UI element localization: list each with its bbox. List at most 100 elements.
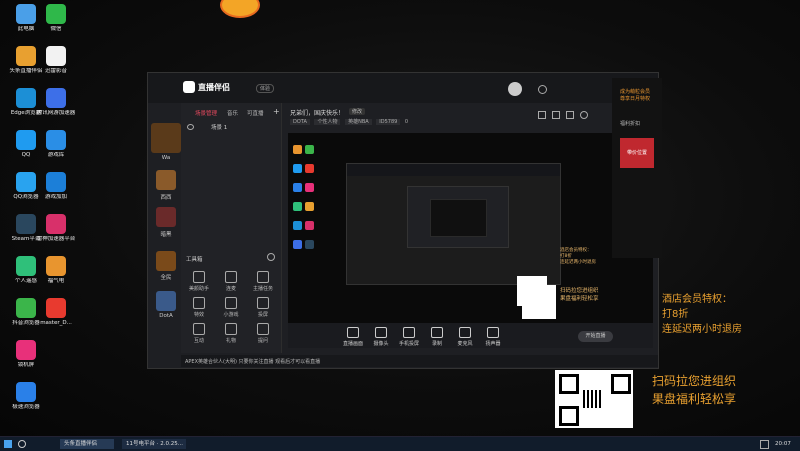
tag[interactable]: DOTA (290, 119, 310, 125)
promo-line-1: 扫码拉您进组织 (652, 374, 737, 388)
tool-button[interactable]: 美颜助手 (185, 271, 213, 292)
scene-item[interactable]: 场景 1 (211, 123, 227, 131)
tool-button[interactable]: 小游戏 (217, 297, 245, 318)
toolbox-toggle-icon[interactable] (267, 253, 275, 261)
tool-label: 提问 (257, 338, 268, 344)
control-label: 摄像头 (373, 341, 389, 347)
preview-app-icon (305, 221, 314, 230)
preview-small-notes: 酒店会员特权： 打8折 连延迟两小时退房 (560, 248, 596, 265)
share-icon[interactable] (580, 111, 588, 119)
control-button[interactable]: 录制 (424, 327, 450, 347)
tool-button[interactable]: 提问 (249, 323, 277, 344)
app-icon (16, 46, 36, 66)
add-scene-button[interactable]: + (273, 107, 280, 116)
preview-app-icon (293, 202, 302, 211)
preview-app-icon (293, 145, 302, 154)
desktop-icon[interactable]: 福气电 (36, 256, 76, 284)
app-icon (46, 130, 66, 150)
start-icon[interactable] (4, 440, 12, 448)
list-icon[interactable] (552, 111, 560, 119)
tool-label: 主播任务 (252, 286, 273, 292)
left-panel: 场景管理 音乐 可直播 + 场景 1 工具箱 美颜助手 连麦 主播任务 特效 小游戏 投屏… (181, 103, 282, 353)
desktop-icon[interactable]: 极速浏览器 (6, 382, 46, 410)
taskbar: 头条直播伴侣 11号电平台 · 2.0.25... 20:07 (0, 436, 800, 451)
tag[interactable]: 个性人物 (314, 119, 341, 125)
tool-icon (257, 271, 269, 283)
control-icon (459, 327, 471, 338)
app-icon (16, 340, 36, 360)
tab-live[interactable]: 可直播 (247, 109, 264, 117)
game-icon-4[interactable] (156, 251, 176, 271)
desktop-icon-label: 腾讯网游加速器 (36, 110, 76, 116)
game-icon-2[interactable] (156, 170, 176, 190)
game-icon-1[interactable] (151, 123, 181, 153)
control-button[interactable]: 麦克风 (452, 327, 478, 347)
tag[interactable]: ID5789 (376, 119, 401, 125)
desktop-icon[interactable]: master_D... (36, 298, 76, 326)
desktop-icon[interactable]: 锁机屏 (6, 340, 46, 368)
app-icon (16, 172, 36, 192)
search-icon[interactable] (18, 440, 26, 448)
notification-icon[interactable] (760, 440, 769, 449)
eye-icon[interactable] (187, 124, 194, 130)
nested-preview (346, 163, 561, 306)
app-icon (16, 4, 36, 24)
desktop-icon[interactable]: 雷神加速器平台 (36, 214, 76, 242)
grid-icon[interactable] (538, 111, 546, 119)
taskbar-item[interactable]: 11号电平台 · 2.0.25... (122, 439, 186, 449)
app-icon (46, 172, 66, 192)
tab-scenes[interactable]: 场景管理 (195, 109, 217, 117)
hotel-promo-title: 酒店会员特权： (662, 294, 732, 305)
tool-button[interactable]: 主播任务 (249, 271, 277, 292)
game-icon-3[interactable] (156, 207, 176, 227)
desktop-icon[interactable]: 迅雷影音 (36, 46, 76, 74)
control-button[interactable]: 摄像头 (368, 327, 394, 347)
live-companion-window: 直播伴侣 体验 × Wa 西西 暗黑 全民 DotA 场景管理 音乐 可直播 +… (147, 72, 659, 369)
nested-inner-preview (430, 199, 487, 237)
avatar[interactable] (220, 0, 260, 18)
app-icon (46, 46, 66, 66)
right-side-panel: 成为萌粒会员 尊享日月特权 福利折扣 带价位置 (612, 78, 662, 258)
tool-icon (257, 323, 269, 335)
tool-button[interactable]: 礼物 (217, 323, 245, 344)
tool-label: 投屏 (257, 312, 268, 318)
user-avatar[interactable] (508, 82, 522, 96)
settings-icon[interactable] (538, 85, 547, 94)
tag[interactable]: 英雄NBA (345, 119, 372, 125)
control-button[interactable]: 手机投屏 (396, 327, 422, 347)
tab-music[interactable]: 音乐 (227, 109, 238, 117)
promo-button[interactable]: 带价位置 (620, 138, 654, 168)
control-button[interactable]: 扬声器 (480, 327, 506, 347)
tool-button[interactable]: 特效 (185, 297, 213, 318)
game-name: Wa (161, 155, 171, 161)
desktop-icon[interactable]: 腾讯网游加速器 (36, 88, 76, 116)
desktop-icon[interactable]: 游戏加加 (36, 172, 76, 200)
desktop-icon[interactable]: 游戏库 (36, 130, 76, 158)
game-name: DotA (159, 313, 173, 319)
control-button[interactable]: 直播画面 (340, 327, 366, 347)
tool-button[interactable]: 互动 (185, 323, 213, 344)
nested-titlebar (347, 164, 560, 176)
control-label: 麦克风 (457, 341, 473, 347)
preview-canvas[interactable]: 扫码拉您进组织 果盘福利轻松享 酒店会员特权： 打8折 连延迟两小时退房 (288, 133, 653, 338)
app-icon (46, 88, 66, 108)
viewer-count: 0 (404, 119, 409, 125)
desktop-icon[interactable]: 微信 (36, 4, 76, 32)
layout-icon[interactable] (566, 111, 574, 119)
taskbar-item[interactable]: 头条直播伴侣 (60, 439, 114, 449)
app-icon (16, 214, 36, 234)
tool-button[interactable]: 连麦 (217, 271, 245, 292)
control-label: 手机投屏 (398, 341, 419, 347)
app-icon (46, 256, 66, 276)
qr-code (522, 285, 556, 319)
app-icon (16, 298, 36, 318)
edit-title-button[interactable]: 修改 (349, 108, 366, 115)
control-icon (375, 327, 387, 338)
hotel-promo-checkout: 连延迟两小时退房 (662, 324, 742, 335)
start-live-button[interactable]: 开始直播 (578, 331, 613, 342)
game-icon-5[interactable] (156, 291, 176, 311)
vip-line-2: 尊享日月特权 (620, 96, 651, 102)
tool-button[interactable]: 投屏 (249, 297, 277, 318)
tool-label: 特效 (193, 312, 204, 318)
desktop-icon-label: 雷神加速器平台 (36, 236, 76, 242)
